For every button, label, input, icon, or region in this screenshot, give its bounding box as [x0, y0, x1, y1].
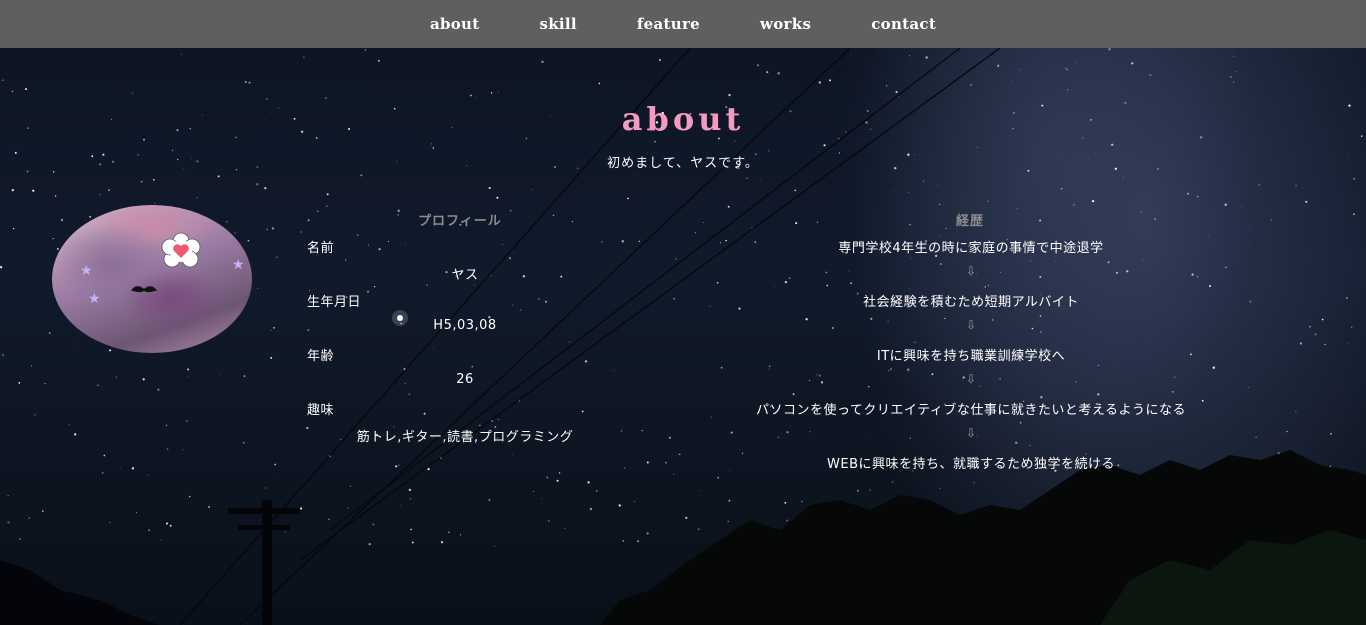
down-arrow-icon: ⇩ — [965, 264, 977, 278]
nav-link-about[interactable]: about — [430, 15, 480, 33]
profile-label-name: 名前 — [307, 241, 335, 256]
history-step: ITに興味を持ち職業訓練学校へ — [876, 349, 1066, 364]
about-section: about 初めまして、ヤスです。 ★ ★ ★ プロフィール 名前 ヤス 生年月… — [0, 0, 1366, 625]
profile-label-age: 年齢 — [307, 349, 335, 364]
profile-label-birthday: 生年月日 — [307, 295, 362, 310]
profile-label-hobby: 趣味 — [307, 403, 335, 418]
profile-value-hobby: 筋トレ,ギター,読書,プログラミング — [356, 430, 574, 445]
star-icon: ★ — [88, 291, 101, 307]
heart-bubble-icon — [161, 232, 201, 268]
down-arrow-icon: ⇩ — [965, 318, 977, 332]
star-icon: ★ — [232, 257, 245, 273]
history-step: WEBに興味を持ち、就職するため独学を続ける — [827, 457, 1115, 472]
section-title: about — [621, 100, 745, 138]
intro-text: 初めまして、ヤスです。 — [607, 156, 759, 171]
nav-link-skill[interactable]: skill — [539, 15, 576, 33]
down-arrow-icon: ⇩ — [965, 426, 977, 440]
nav-link-feature[interactable]: feature — [637, 15, 700, 33]
profile-value-age: 26 — [456, 372, 474, 387]
profile-heading: プロフィール — [418, 214, 502, 229]
history-heading: 経歴 — [956, 214, 985, 229]
history-step: パソコンを使ってクリエイティブな仕事に就きたいと考えるようになる — [756, 403, 1186, 418]
profile-value-birthday: H5,03,08 — [433, 318, 497, 333]
nav-link-works[interactable]: works — [760, 15, 811, 33]
profile-value-name: ヤス — [451, 268, 479, 283]
history-step: 社会経験を積むため短期アルバイト — [863, 295, 1079, 310]
history-step: 専門学校4年生の時に家庭の事情で中途退学 — [838, 241, 1104, 256]
star-icon: ★ — [80, 263, 93, 279]
top-navigation: about skill feature works contact — [0, 0, 1366, 48]
nav-link-contact[interactable]: contact — [871, 15, 936, 33]
avatar: ★ ★ ★ — [52, 205, 252, 353]
down-arrow-icon: ⇩ — [965, 372, 977, 386]
mustache-icon — [131, 286, 157, 293]
